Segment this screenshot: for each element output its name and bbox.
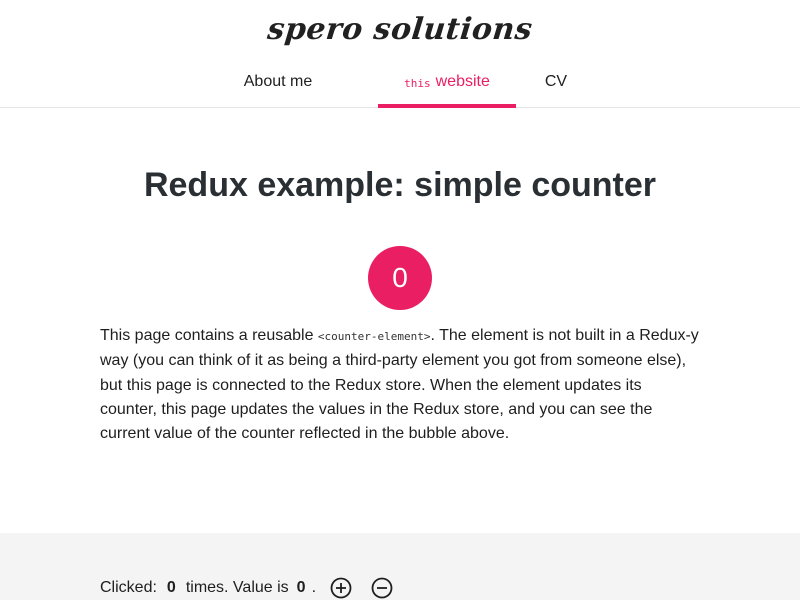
increment-button[interactable] — [330, 577, 352, 599]
nav-item-about-me[interactable]: About me — [204, 58, 352, 108]
counter-value: 0 — [296, 579, 306, 596]
page-title: Redux example: simple counter — [143, 166, 657, 204]
page-description: This page contains a reusable <counter-e… — [100, 324, 700, 446]
description-text-after: . The element is not built in a Redux-y … — [100, 327, 699, 443]
click-count: 0 — [166, 579, 176, 596]
counter-element-code: <counter-element> — [317, 330, 431, 343]
decrement-button[interactable] — [371, 577, 393, 599]
minus-circle-icon — [371, 577, 393, 599]
counter-element: Clicked: 0 times. Value is 0 . — [100, 577, 393, 599]
nav-item-cv[interactable]: CV — [516, 58, 596, 108]
nav-item-label: About me — [243, 73, 313, 90]
plus-circle-icon — [330, 577, 352, 599]
value-label: times. Value is — [185, 579, 289, 596]
nav-item-this-website[interactable]: this website — [378, 58, 516, 108]
site-logo[interactable]: spero solutions — [0, 12, 800, 47]
nav-item-code-prefix: this — [404, 76, 431, 90]
nav-item-label: CV — [544, 73, 568, 90]
site-header: spero solutions About me this website CV — [0, 0, 800, 108]
counter-value-bubble: 0 — [368, 246, 432, 310]
nav-item-label: website — [435, 73, 490, 90]
main-nav: About me this website CV — [0, 58, 800, 108]
value-period: . — [311, 579, 317, 596]
page: spero solutions About me this website CV… — [0, 0, 800, 600]
description-text-before: This page contains a reusable — [100, 327, 318, 344]
clicked-label: Clicked: — [100, 579, 157, 596]
counter-element-section: Clicked: 0 times. Value is 0 . — [0, 533, 800, 600]
